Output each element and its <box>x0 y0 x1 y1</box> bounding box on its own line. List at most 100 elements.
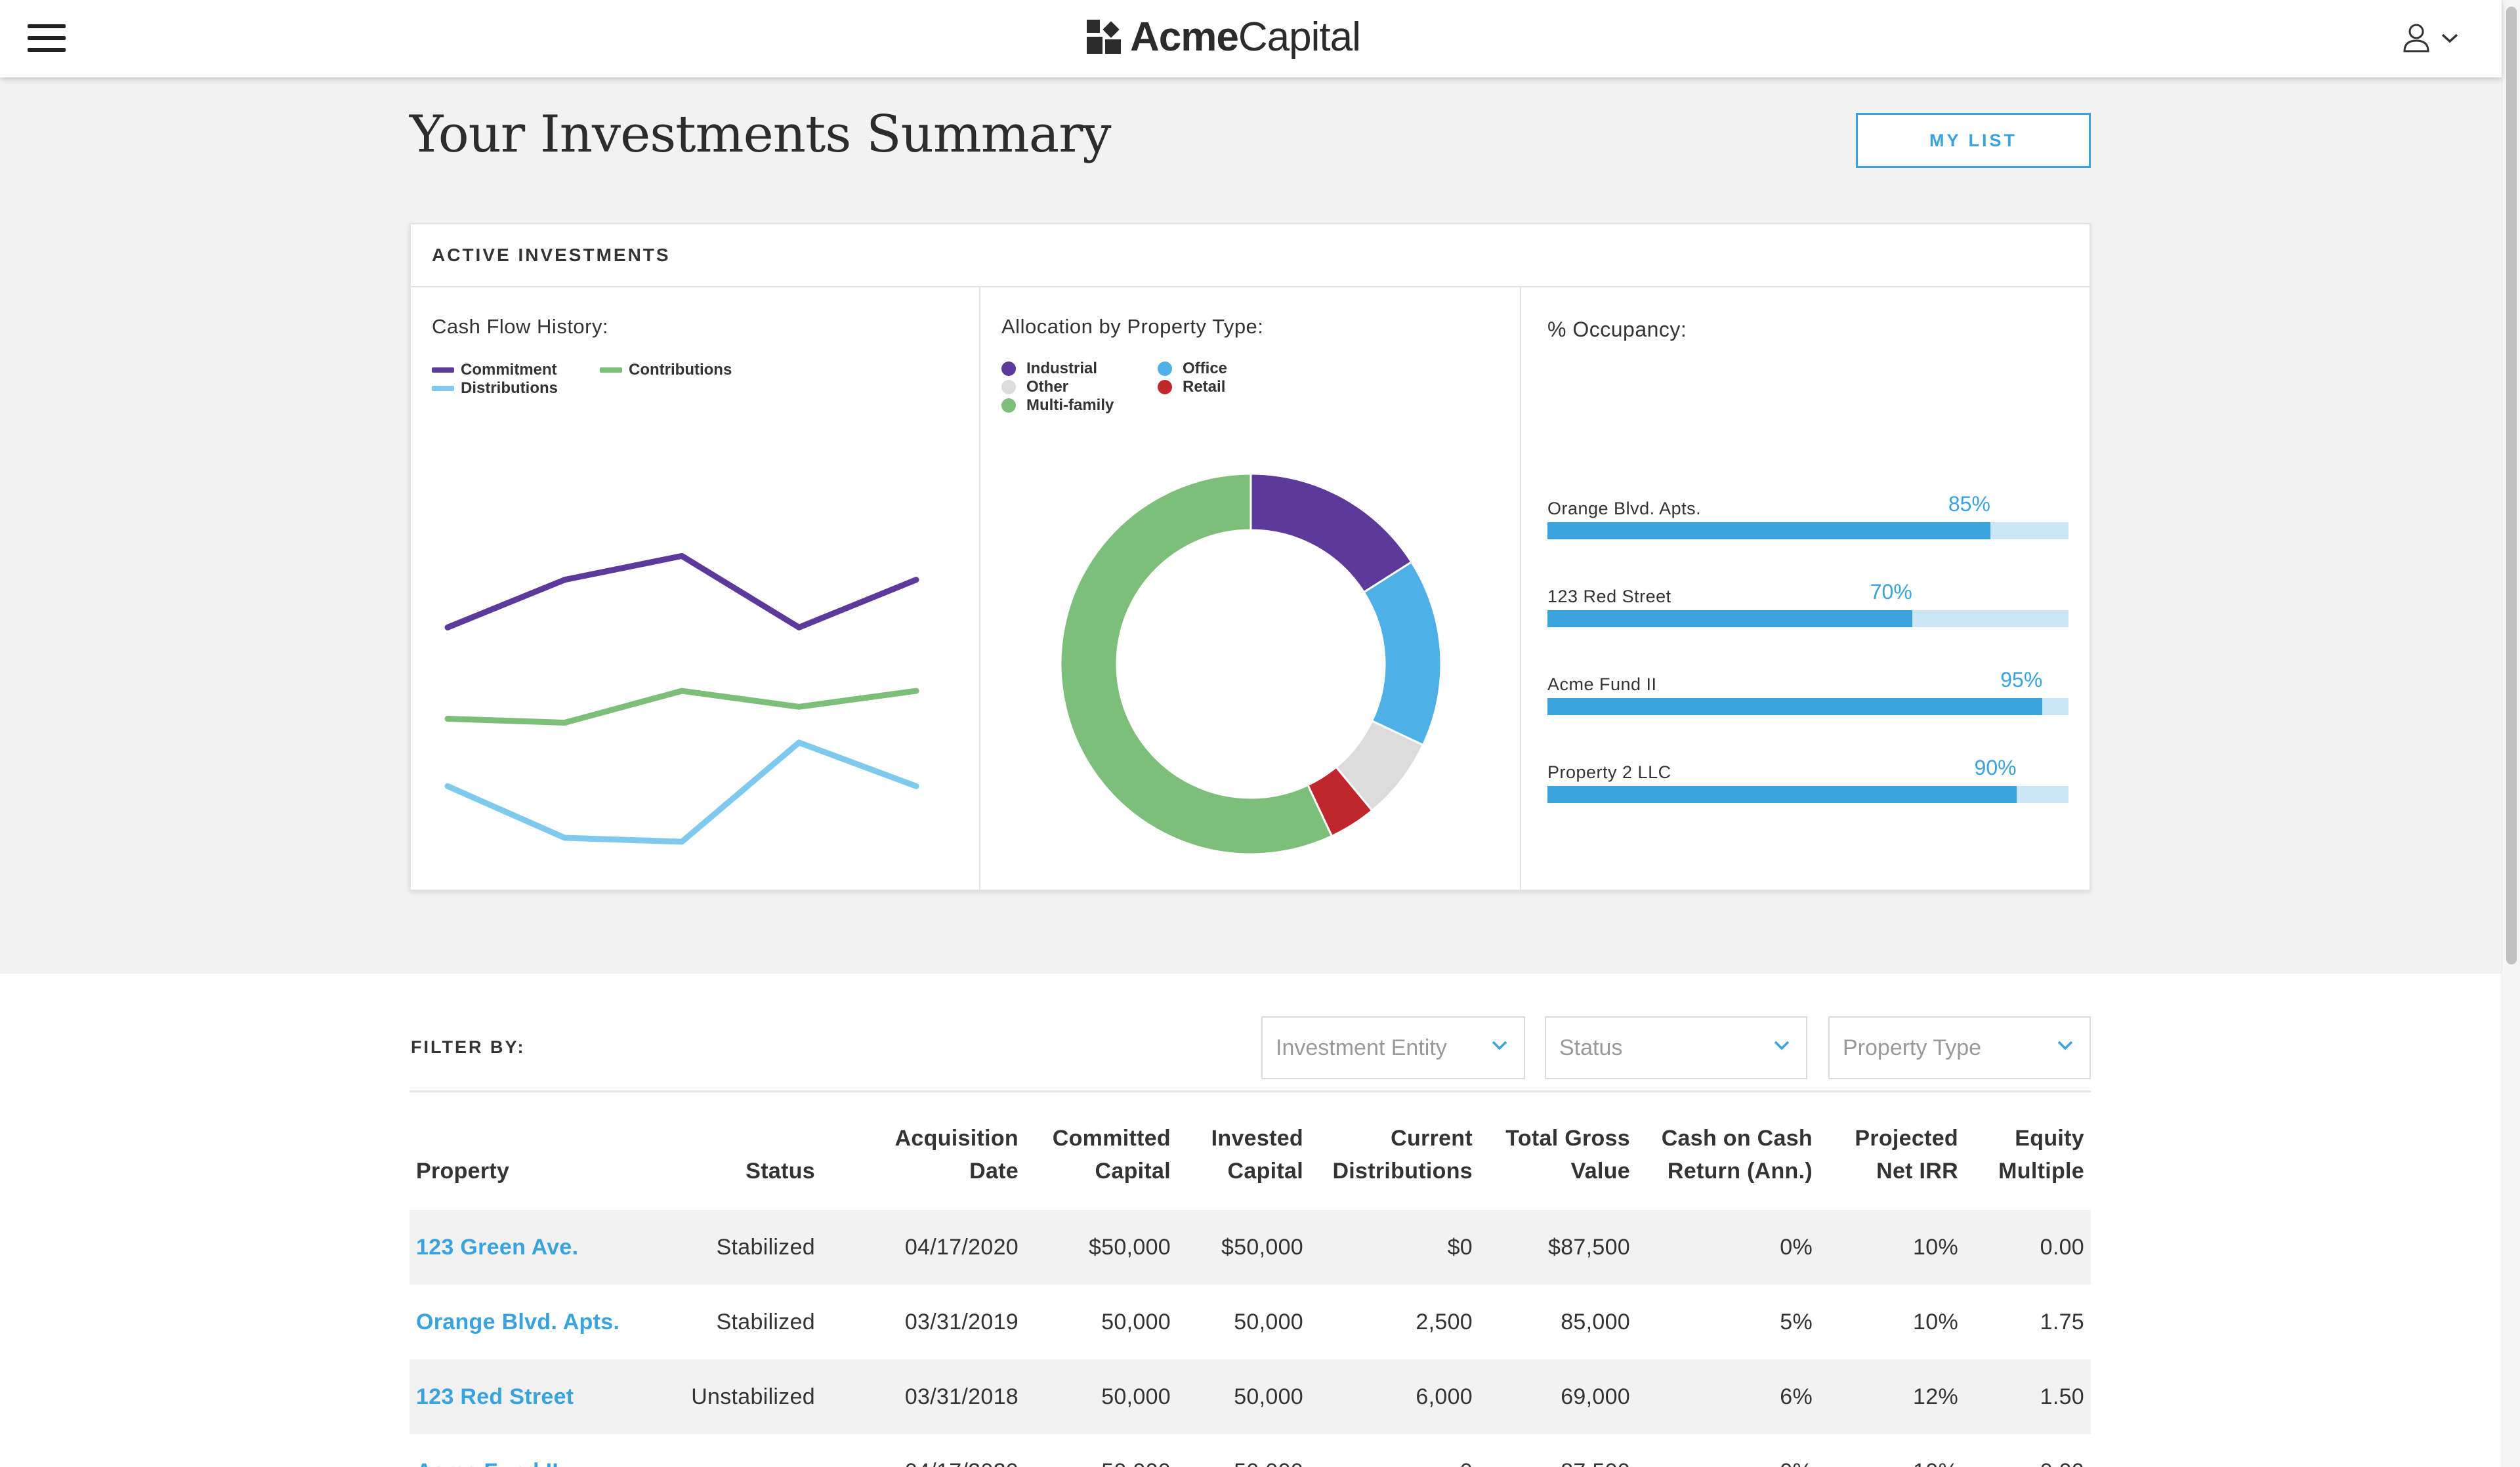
status-cell <box>682 1434 815 1467</box>
property-link[interactable]: 123 Green Ave. <box>416 1210 679 1285</box>
cash-flow-line-chart <box>444 552 919 845</box>
total-gross-value-cell: $87,500 <box>1547 1235 1630 1260</box>
my-list-button[interactable]: MY LIST <box>1856 113 2091 168</box>
th-invested-capital[interactable]: Invested Capital <box>1175 1122 1303 1188</box>
th-property[interactable]: Property <box>416 1155 509 1188</box>
top-navigation-bar: AcmeCapital <box>0 0 2502 77</box>
acquisition-date-cell: 04/17/2020 <box>904 1235 1018 1260</box>
status-cell: Stabilized <box>716 1235 815 1260</box>
investments-table-section: FILTER BY: Investment Entity Status Prop… <box>0 974 2502 1467</box>
occupancy-bar-fill <box>1547 698 2043 715</box>
occupancy-row: Acme Fund II 95% <box>1547 657 2068 715</box>
occupancy-bar-fill <box>1547 786 2017 803</box>
occupancy-property-name: Property 2 LLC <box>1547 762 1671 782</box>
acquisition-date-cell: 04/17/2020 <box>827 1434 1018 1467</box>
th-committed-capital[interactable]: Committed Capital <box>1024 1122 1171 1188</box>
occupancy-percent-label: 85% <box>1948 492 1990 516</box>
th-status[interactable]: Status <box>682 1155 815 1188</box>
page-scrollbar[interactable] <box>2502 0 2520 1467</box>
th-equity-multiple[interactable]: Equity Multiple <box>1962 1122 2084 1188</box>
card-title: ACTIVE INVESTMENTS <box>411 224 2090 287</box>
brand-name: AcmeCapital <box>1130 14 1361 60</box>
investment-entity-select[interactable]: Investment Entity <box>1261 1016 1525 1079</box>
series-line-commitment <box>444 552 919 630</box>
cash-on-cash-cell: 5% <box>1780 1310 1813 1334</box>
active-investments-card: ACTIVE INVESTMENTS Cash Flow History: Co… <box>410 223 2091 891</box>
occupancy-panel: % Occupancy: Orange Blvd. Apts. 85% 123 Re… <box>1521 287 2091 891</box>
equity-multiple-cell: 1.75 <box>2040 1310 2084 1334</box>
chevron-down-icon <box>1492 1041 1507 1050</box>
th-total-gross-value[interactable]: Total Gross Value <box>1483 1122 1630 1188</box>
total-gross-value-cell: 85,000 <box>1561 1310 1630 1334</box>
occupancy-row: Property 2 LLC 90% <box>1547 745 2068 803</box>
th-acquisition-date[interactable]: Acquisition Date <box>827 1122 1018 1188</box>
th-cash-on-cash[interactable]: Cash on Cash Return (Ann.) <box>1641 1122 1813 1188</box>
current-distributions-cell: 0 <box>1306 1434 1473 1467</box>
brand-logo[interactable]: AcmeCapital <box>1087 13 1361 60</box>
table-row[interactable]: 123 Green Ave. Stabilized 04/17/2020 $50,00… <box>410 1210 2091 1285</box>
hamburger-icon[interactable] <box>28 24 66 52</box>
property-link[interactable]: Orange Blvd. Apts. <box>416 1285 679 1359</box>
cash-flow-panel: Cash Flow History: Commitment Contributi… <box>411 287 980 891</box>
cash-on-cash-cell: 6% <box>1780 1384 1813 1409</box>
scrollbar-thumb[interactable] <box>2506 7 2517 964</box>
occupancy-bar-track <box>1547 698 2068 715</box>
acquisition-date-cell: 03/31/2019 <box>904 1310 1018 1334</box>
invested-capital-cell: 50,000 <box>1234 1384 1303 1409</box>
total-gross-value-cell: 69,000 <box>1561 1384 1630 1409</box>
series-line-distributions <box>444 739 919 845</box>
equity-multiple-cell: 0.00 <box>2040 1235 2084 1260</box>
current-distributions-cell: 6,000 <box>1416 1384 1473 1409</box>
filter-divider <box>410 1090 2091 1092</box>
table-row[interactable]: Acme Fund II04/17/202050,00050,000087,50… <box>410 1434 2091 1467</box>
property-link[interactable]: Acme Fund II <box>416 1434 679 1467</box>
allocation-donut-chart <box>1059 472 1442 856</box>
committed-capital-cell: 50,000 <box>1101 1384 1171 1409</box>
projected-net-irr-cell: 10% <box>1913 1310 1958 1334</box>
table-row[interactable]: 123 Red Street Unstabilized 03/31/2018 50,0… <box>410 1359 2091 1434</box>
acquisition-date-cell: 03/31/2018 <box>904 1384 1018 1409</box>
property-type-placeholder: Property Type <box>1843 1035 1982 1060</box>
user-account-menu[interactable] <box>2402 20 2465 56</box>
investment-entity-placeholder: Investment Entity <box>1276 1035 1447 1060</box>
th-projected-net-irr[interactable]: Projected Net IRR <box>1818 1122 1958 1188</box>
occupancy-bar-track <box>1547 522 2068 539</box>
current-distributions-cell: $0 <box>1447 1235 1473 1260</box>
property-link[interactable]: 123 Red Street <box>416 1359 679 1434</box>
cash-on-cash-cell: 0% <box>1780 1235 1813 1260</box>
committed-capital-cell: 50,000 <box>1024 1434 1171 1467</box>
acme-logo-icon <box>1087 20 1121 54</box>
committed-capital-cell: 50,000 <box>1101 1310 1171 1334</box>
projected-net-irr-cell: 10% <box>1913 1235 1958 1260</box>
occupancy-property-name: Acme Fund II <box>1547 674 1657 694</box>
occupancy-property-name: 123 Red Street <box>1547 587 1671 606</box>
occupancy-title: % Occupancy: <box>1547 318 1687 341</box>
status-placeholder: Status <box>1559 1035 1623 1060</box>
occupancy-percent-label: 95% <box>2000 668 2043 692</box>
chevron-down-icon <box>2441 33 2458 43</box>
total-gross-value-cell: 87,500 <box>1483 1434 1630 1467</box>
status-cell: Stabilized <box>716 1310 815 1334</box>
chevron-down-icon <box>2057 1041 2073 1050</box>
invested-capital-cell: $50,000 <box>1221 1235 1303 1260</box>
user-icon <box>2403 24 2429 52</box>
property-type-select[interactable]: Property Type <box>1828 1016 2091 1079</box>
status-select[interactable]: Status <box>1545 1016 1807 1079</box>
th-current-distributions[interactable]: Current Distributions <box>1306 1122 1473 1188</box>
occupancy-property-name: Orange Blvd. Apts. <box>1547 499 1702 518</box>
table-row[interactable]: Orange Blvd. Apts. Stabilized 03/31/2019 50… <box>410 1285 2091 1359</box>
invested-capital-cell: 50,000 <box>1234 1310 1303 1334</box>
equity-multiple-cell: 1.50 <box>2040 1384 2084 1409</box>
occupancy-bar-fill <box>1547 522 1990 539</box>
occupancy-row: Orange Blvd. Apts. 85% <box>1547 482 2068 539</box>
occupancy-bar-fill <box>1547 610 1912 627</box>
occupancy-percent-label: 70% <box>1870 580 1912 604</box>
projected-net-irr-cell: 12% <box>1913 1384 1958 1409</box>
occupancy-bar-track <box>1547 786 2068 803</box>
chevron-down-icon <box>1774 1041 1790 1050</box>
occupancy-percent-label: 90% <box>1974 756 2017 779</box>
donut-slice-office <box>1362 560 1442 747</box>
equity-multiple-cell: 0.00 <box>1962 1434 2084 1467</box>
cash-on-cash-cell: 0% <box>1641 1434 1813 1467</box>
series-line-contributions <box>444 688 919 726</box>
